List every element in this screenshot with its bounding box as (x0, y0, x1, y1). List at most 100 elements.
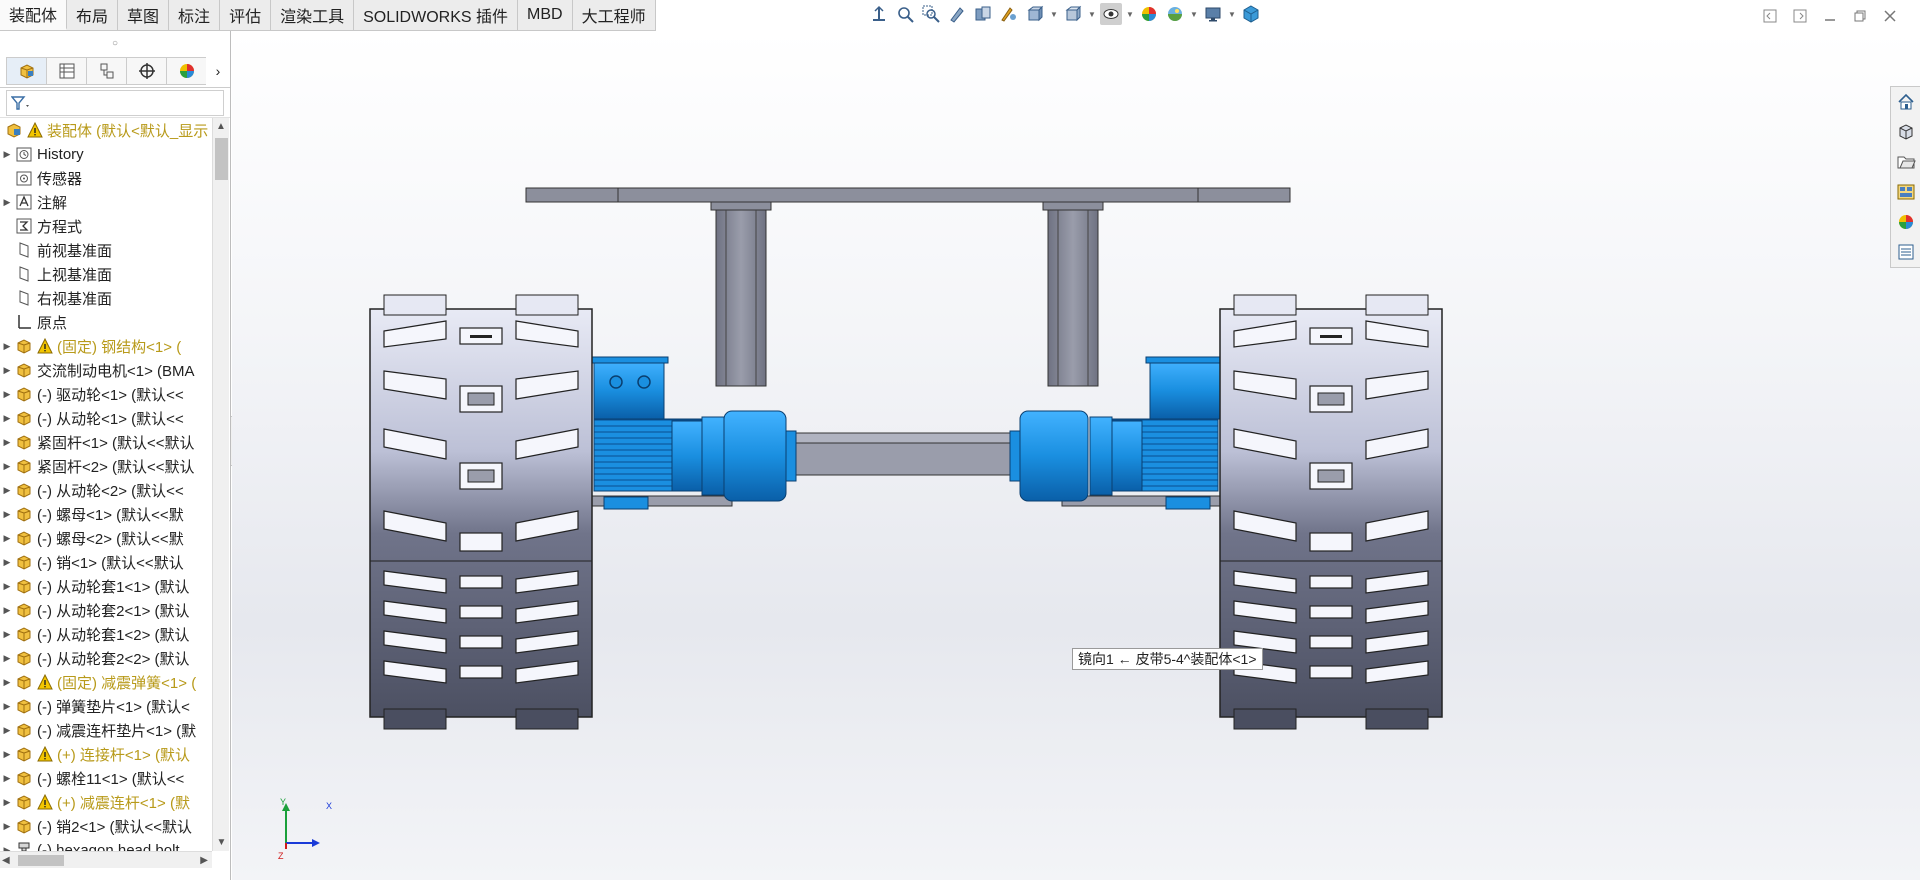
home-icon[interactable] (1891, 87, 1920, 117)
panel-grip[interactable]: ○ (0, 31, 230, 55)
expand-arrow-icon[interactable]: ▶ (0, 365, 14, 376)
tree-item[interactable]: ▶ (-) 从动轮套2<2> (默认 (0, 646, 212, 670)
chevron-down-icon[interactable]: ▼ (1228, 3, 1236, 25)
expand-arrow-icon[interactable]: ▶ (0, 197, 14, 208)
tab-assembly[interactable]: 装配体 (0, 0, 68, 30)
tab-render-tools[interactable]: 渲染工具 (271, 0, 355, 30)
dynamic-annotation-icon[interactable] (998, 3, 1020, 25)
tree-item[interactable]: ▶ (-) 从动轮<2> (默认<< (0, 478, 212, 502)
tree-item[interactable]: ▶ (-) 销2<1> (默认<<默认 (0, 814, 212, 838)
chevron-down-icon[interactable]: ▼ (1126, 3, 1134, 25)
expand-arrow-icon[interactable]: ▶ (0, 509, 14, 520)
collapse-left-icon[interactable] (1760, 6, 1780, 26)
design-library-icon[interactable] (1891, 117, 1920, 147)
restore-icon[interactable] (1850, 6, 1870, 26)
expand-arrow-icon[interactable]: ▶ (0, 557, 14, 568)
display-manager-tab-icon[interactable] (166, 57, 206, 85)
expand-arrow-icon[interactable]: ▶ (0, 485, 14, 496)
property-manager-tab-icon[interactable] (46, 57, 86, 85)
tree-item[interactable]: ▶ (+) 减震连杆<1> (默 (0, 790, 212, 814)
chevron-down-icon[interactable]: ▼ (1088, 3, 1096, 25)
tab-evaluate[interactable]: 评估 (220, 0, 272, 30)
edit-appearance-icon[interactable] (1138, 3, 1160, 25)
scroll-thumb-horizontal[interactable] (18, 855, 64, 866)
tree-item[interactable]: ▶ 交流制动电机<1> (BMA (0, 358, 212, 382)
expand-arrow-icon[interactable]: ▶ (0, 797, 14, 808)
tree-item[interactable]: 方程式 (0, 214, 212, 238)
tab-solidworks-addins[interactable]: SOLIDWORKS 插件 (354, 0, 519, 30)
tree-item[interactable]: ▶ History (0, 142, 212, 166)
expand-arrow-icon[interactable]: ▶ (0, 437, 14, 448)
minimize-icon[interactable] (1820, 6, 1840, 26)
expand-arrow-icon[interactable]: ▶ (0, 461, 14, 472)
tree-root[interactable]: 装配体 (默认<默认_显示 (0, 118, 212, 142)
expand-arrow-icon[interactable]: ▶ (0, 725, 14, 736)
expand-arrow-icon[interactable]: ▶ (0, 653, 14, 664)
expand-arrow-icon[interactable]: ▶ (0, 701, 14, 712)
tree-item[interactable]: ▶ (-) 螺母<1> (默认<<默 (0, 502, 212, 526)
tree-item[interactable]: ▶ 紧固杆<1> (默认<<默认 (0, 430, 212, 454)
expand-arrow-icon[interactable]: ▶ (0, 581, 14, 592)
tab-mbd[interactable]: MBD (518, 0, 573, 30)
cube-icon[interactable] (1240, 3, 1262, 25)
tree-item[interactable]: ▶ (-) 弹簧垫片<1> (默认< (0, 694, 212, 718)
expand-arrow-icon[interactable]: ▶ (0, 677, 14, 688)
tree-item[interactable]: ▶ (-) 销<1> (默认<<默认 (0, 550, 212, 574)
tree-item[interactable]: ▶ (-) 减震连杆垫片<1> (默 (0, 718, 212, 742)
tree-item[interactable]: ▶ 注解 (0, 190, 212, 214)
zoom-to-area-icon[interactable] (920, 3, 942, 25)
chevron-right-icon[interactable]: › (208, 57, 228, 85)
expand-arrow-icon[interactable]: ▶ (0, 773, 14, 784)
scroll-left-icon[interactable]: ◀ (2, 852, 10, 869)
graphics-area[interactable]: 镜向1 ← 皮带5-4^装配体<1> X Y Z (232, 31, 1920, 880)
view-palette-icon[interactable] (1891, 177, 1920, 207)
tree-item[interactable]: 上视基准面 (0, 262, 212, 286)
expand-arrow-icon[interactable]: ▶ (0, 389, 14, 400)
tree-item[interactable]: 原点 (0, 310, 212, 334)
scroll-down-icon[interactable]: ▼ (213, 834, 230, 851)
tree-horizontal-scrollbar[interactable]: ◀ ▶ (0, 851, 212, 868)
file-explorer-icon[interactable] (1891, 147, 1920, 177)
tree-item[interactable]: 传感器 (0, 166, 212, 190)
expand-arrow-icon[interactable]: ▶ (0, 821, 14, 832)
hide-show-icon[interactable] (1100, 3, 1122, 25)
tab-markup[interactable]: 标注 (169, 0, 221, 30)
apply-scene-icon[interactable] (1164, 3, 1186, 25)
expand-arrow-icon[interactable]: ▶ (0, 341, 14, 352)
tree-item[interactable]: ▶ 紧固杆<2> (默认<<默认 (0, 454, 212, 478)
tree-item[interactable]: ▶ (-) 螺母<2> (默认<<默 (0, 526, 212, 550)
zoom-to-fit-icon[interactable] (894, 3, 916, 25)
tab-big-engineer[interactable]: 大工程师 (572, 0, 656, 30)
chevron-down-icon[interactable]: ▼ (1050, 3, 1058, 25)
feature-manager-tab-icon[interactable] (6, 57, 46, 85)
tree-item[interactable]: ▶ (-) 驱动轮<1> (默认<< (0, 382, 212, 406)
tree-item[interactable]: 前视基准面 (0, 238, 212, 262)
monitor-icon[interactable] (1202, 3, 1224, 25)
tree-item[interactable]: ▶ (-) 从动轮套1<1> (默认 (0, 574, 212, 598)
expand-arrow-icon[interactable]: ▶ (0, 749, 14, 760)
collapse-right-icon[interactable] (1790, 6, 1810, 26)
configuration-manager-tab-icon[interactable] (86, 57, 126, 85)
custom-properties-icon[interactable] (1891, 237, 1920, 267)
tree-item[interactable]: ▶ (-) hexagon head bolt (0, 838, 212, 851)
tree-item[interactable]: ▶ (固定) 钢结构<1> ( (0, 334, 212, 358)
expand-arrow-icon[interactable]: ▶ (0, 533, 14, 544)
tab-sketch[interactable]: 草图 (118, 0, 170, 30)
close-icon[interactable] (1880, 6, 1900, 26)
tree-item[interactable]: ▶ (+) 连接杆<1> (默认 (0, 742, 212, 766)
chevron-down-icon[interactable]: ▼ (1190, 3, 1198, 25)
section-view-icon[interactable] (972, 3, 994, 25)
previous-view-icon[interactable] (946, 3, 968, 25)
view-orientation-icon[interactable] (1024, 3, 1046, 25)
expand-arrow-icon[interactable]: ▶ (0, 629, 14, 640)
tree-item[interactable]: ▶ (-) 螺栓11<1> (默认<< (0, 766, 212, 790)
appearances-icon[interactable] (1891, 207, 1920, 237)
tree-item[interactable]: ▶ (固定) 减震弹簧<1> ( (0, 670, 212, 694)
tree-item[interactable]: ▶ (-) 从动轮套1<2> (默认 (0, 622, 212, 646)
display-style-icon[interactable] (1062, 3, 1084, 25)
scroll-thumb[interactable] (215, 138, 228, 180)
tree-item[interactable]: ▶ (-) 从动轮<1> (默认<< (0, 406, 212, 430)
normal-to-icon[interactable] (868, 3, 890, 25)
dimxpert-tab-icon[interactable] (126, 57, 166, 85)
expand-arrow-icon[interactable]: ▶ (0, 605, 14, 616)
